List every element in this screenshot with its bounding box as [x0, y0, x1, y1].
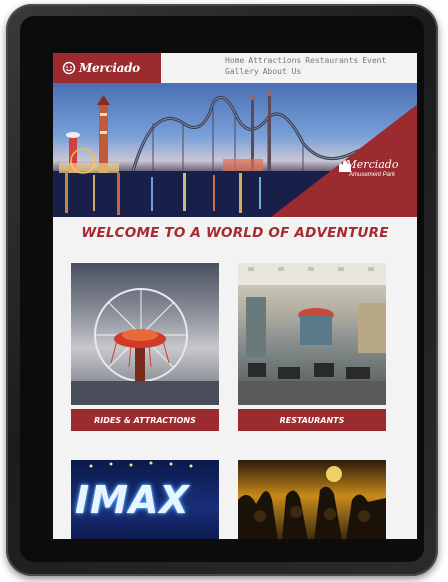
card-event[interactable] [238, 460, 386, 539]
nav-attractions[interactable]: Attractions [248, 56, 301, 65]
site-header: Merciado Home Attractions Restaurants Event… [53, 53, 417, 83]
restaurants-label[interactable]: RESTAURANTS [238, 409, 386, 431]
welcome-heading: WELCOME TO A WORLD OF ADVENTURE [81, 225, 389, 241]
card-restaurants[interactable]: RESTAURANTS [238, 263, 386, 431]
card-imax[interactable]: IMAX [71, 460, 219, 539]
site-logo[interactable]: Merciado [53, 53, 161, 83]
imax-image: IMAX [71, 460, 219, 539]
logo-text: Merciado [79, 61, 140, 75]
nav-restaurants[interactable]: Restaurants [305, 56, 358, 65]
card-rides-attractions[interactable]: RIDES & ATTRACTIONS [71, 263, 219, 431]
castle-icon [339, 160, 351, 172]
website-screen: Merciado Home Attractions Restaurants Event… [53, 53, 417, 539]
smiley-logo-icon [62, 61, 76, 75]
nav-about-us[interactable]: About Us [263, 67, 302, 76]
imax-sign: IMAX [75, 478, 190, 522]
main-nav: Home Attractions Restaurants Event Gallery A… [225, 55, 415, 77]
nav-gallery[interactable]: Gallery [225, 67, 259, 76]
restaurants-image [238, 263, 386, 405]
park-brand: Merciado Amusement Park [337, 159, 407, 178]
rides-label[interactable]: RIDES & ATTRACTIONS [71, 409, 219, 431]
nav-home[interactable]: Home [225, 56, 244, 65]
event-image [238, 460, 386, 539]
hero-banner: Merciado Amusement Park [53, 83, 417, 217]
nav-event[interactable]: Event [362, 56, 386, 65]
rides-image [71, 263, 219, 405]
